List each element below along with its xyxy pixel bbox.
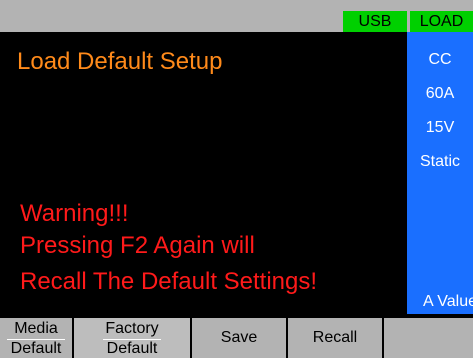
warning-line-1: Warning!!!: [20, 200, 129, 227]
save-button[interactable]: Save: [192, 318, 286, 358]
a-value-label: A Value: [423, 293, 473, 310]
factory-default-bottom-label: Default: [106, 340, 158, 357]
media-default-button[interactable]: Media Default: [0, 318, 72, 358]
current-range-label: 60A: [425, 85, 455, 102]
warning-line-2: Pressing F2 Again will: [20, 232, 255, 259]
status-bar: USB LOAD: [0, 0, 473, 32]
media-default-top-label: Media: [14, 320, 58, 337]
recall-label: Recall: [312, 329, 358, 346]
empty-softkey[interactable]: [384, 318, 473, 358]
static-mode-label: Static: [419, 153, 460, 170]
factory-default-button[interactable]: Factory Default: [74, 318, 190, 358]
load-indicator: LOAD: [410, 11, 473, 32]
softkey-bar: Media Default Factory Default Save Recal…: [0, 314, 473, 358]
factory-default-top-label: Factory: [105, 320, 159, 337]
voltage-range-label: 15V: [425, 119, 455, 136]
media-default-bottom-label: Default: [10, 340, 62, 357]
usb-indicator: USB: [343, 11, 407, 32]
warning-line-3: Recall The Default Settings!: [20, 268, 318, 295]
mode-label: CC: [428, 51, 452, 68]
save-label: Save: [220, 329, 258, 346]
status-sidebar: CC 60A 15V Static A Value: [407, 32, 473, 314]
page-title: Load Default Setup: [17, 48, 223, 75]
recall-button[interactable]: Recall: [288, 318, 382, 358]
